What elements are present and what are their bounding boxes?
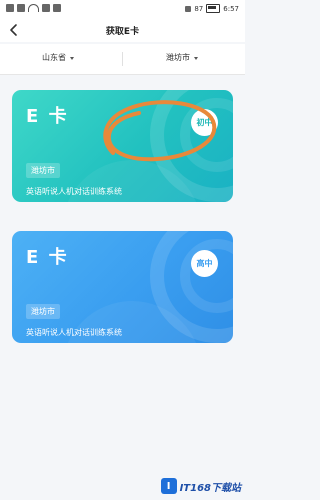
card-title: E 卡 [26, 247, 69, 268]
province-dropdown[interactable]: 山东省 [42, 52, 74, 63]
notification-icon [53, 4, 61, 12]
city-tag: 潍坊市 [26, 163, 60, 178]
card-description: 英语听说人机对话训练系统 [26, 187, 122, 196]
wifi-icon [28, 4, 39, 12]
filter-bar: 山东省 潍坊市 [0, 44, 245, 75]
status-icons-left [6, 4, 61, 12]
watermark-logo: I [160, 478, 177, 494]
level-badge: 初中 [191, 109, 218, 136]
level-badge: 高中 [191, 250, 218, 277]
header: 获取E卡 [0, 20, 245, 42]
card-title: E 卡 [26, 106, 69, 127]
clock: 6:57 [223, 4, 239, 13]
watermark: I IT168下载站 [160, 478, 241, 494]
notification-icon [42, 4, 50, 12]
page-title: 获取E卡 [105, 27, 140, 37]
status-bar: 87 6:57 [0, 0, 245, 20]
city-tag: 潍坊市 [26, 304, 60, 319]
chevron-down-icon [194, 56, 198, 60]
divider [122, 52, 123, 66]
battery-level: 87 [194, 4, 204, 13]
alarm-icon [185, 5, 192, 12]
city-label: 潍坊市 [166, 53, 190, 62]
e-card-senior[interactable]: E 卡 高中 潍坊市 英语听说人机对话训练系统 [12, 231, 233, 343]
city-dropdown[interactable]: 潍坊市 [166, 52, 198, 63]
signal-icon [17, 4, 25, 12]
card-description: 英语听说人机对话训练系统 [26, 328, 122, 337]
battery-icon [206, 4, 221, 13]
e-card-junior[interactable]: E 卡 初中 潍坊市 英语听说人机对话训练系统 [12, 90, 233, 202]
watermark-text: IT168下载站 [179, 482, 241, 494]
signal-icon [6, 4, 14, 12]
chevron-down-icon [70, 56, 74, 60]
province-label: 山东省 [42, 53, 66, 62]
status-icons-right: 87 6:57 [185, 4, 239, 13]
